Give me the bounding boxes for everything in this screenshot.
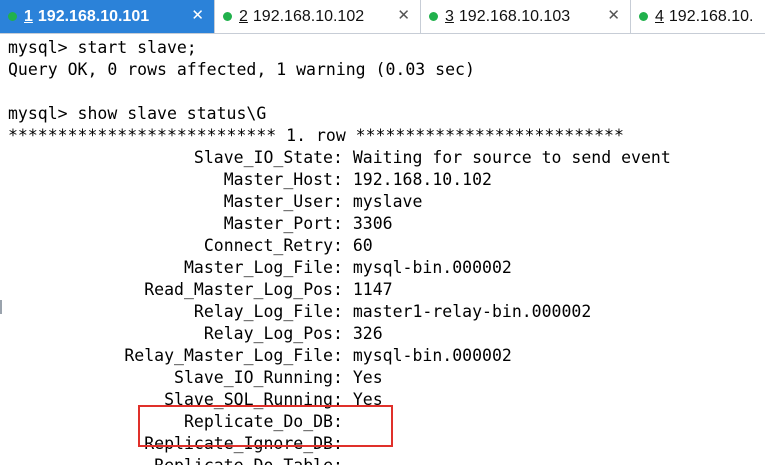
status-field-key: Master_Port bbox=[223, 214, 333, 233]
status-field-value: 326 bbox=[352, 324, 383, 343]
field-separator: : bbox=[333, 412, 353, 431]
connected-status-icon bbox=[223, 12, 232, 21]
tab-label: 192.168.10.101 bbox=[37, 7, 150, 25]
terminal-line: Query OK, 0 rows affected, 1 warning (0.… bbox=[8, 60, 475, 79]
session-tab-3[interactable]: 3 192.168.10.103 ✕ bbox=[421, 0, 631, 33]
status-field-row: Slave_IO_State: Waiting for source to se… bbox=[8, 147, 765, 169]
connected-status-icon bbox=[639, 12, 648, 21]
status-field-row: Relay_Master_Log_File: mysql-bin.000002 bbox=[8, 345, 765, 367]
status-field-row: Replicate_Ignore_DB: bbox=[8, 433, 765, 455]
close-tab-icon[interactable]: ✕ bbox=[191, 8, 204, 24]
field-separator: : bbox=[333, 368, 353, 387]
terminal-line: *************************** 1. row *****… bbox=[8, 126, 624, 145]
status-field-row: Read_Master_Log_Pos: 1147 bbox=[8, 279, 765, 301]
tab-number: 3 bbox=[445, 7, 454, 25]
status-field-value: mysql-bin.000002 bbox=[352, 346, 512, 365]
field-separator: : bbox=[333, 214, 353, 233]
session-tab-2[interactable]: 2 192.168.10.102 ✕ bbox=[215, 0, 421, 33]
connected-status-icon bbox=[429, 12, 438, 21]
field-separator: : bbox=[333, 434, 353, 453]
status-field-row: Replicate_Do_Table: bbox=[8, 455, 765, 465]
status-field-key: Replicate_Do_Table bbox=[8, 455, 333, 465]
status-field-key: Slave_IO_State bbox=[193, 148, 333, 167]
status-field-value: 192.168.10.102 bbox=[352, 170, 492, 189]
status-field-row: Replicate_Do_DB: bbox=[8, 411, 765, 433]
status-field-row: Slave_IO_Running: Yes bbox=[8, 367, 765, 389]
status-field-row: Relay_Log_Pos: 326 bbox=[8, 323, 765, 345]
status-field-value: 3306 bbox=[352, 214, 393, 233]
tab-number: 1 bbox=[24, 7, 33, 25]
tab-label: 192.168.10.103 bbox=[458, 7, 571, 25]
status-field-row: Master_Port: 3306 bbox=[8, 213, 765, 235]
tab-label: 192.168.10.102 bbox=[252, 7, 365, 25]
status-field-value: Waiting for source to send event bbox=[352, 148, 671, 167]
status-field-key: Master_Host bbox=[223, 170, 333, 189]
status-field-row: Master_Log_File: mysql-bin.000002 bbox=[8, 257, 765, 279]
status-field-key: Relay_Master_Log_File bbox=[124, 346, 333, 365]
terminal-line: mysql> start slave; bbox=[8, 38, 197, 57]
status-field-value: mysql-bin.000002 bbox=[352, 258, 512, 277]
scroll-marker bbox=[0, 300, 2, 314]
status-field-row: Master_User: myslave bbox=[8, 191, 765, 213]
status-field-key: Replicate_Ignore_DB bbox=[144, 434, 333, 453]
status-field-row: Relay_Log_File: master1-relay-bin.000002 bbox=[8, 301, 765, 323]
status-field-key: Read_Master_Log_Pos bbox=[144, 280, 333, 299]
field-separator: : bbox=[333, 148, 353, 167]
session-tab-4[interactable]: 4 192.168.10. bbox=[631, 0, 765, 33]
status-field-key: Connect_Retry bbox=[203, 236, 333, 255]
status-field-key: Slave_SQL_Running bbox=[164, 390, 333, 409]
field-separator: : bbox=[333, 170, 353, 189]
status-field-value: Yes bbox=[352, 390, 383, 409]
status-field-row: Master_Host: 192.168.10.102 bbox=[8, 169, 765, 191]
terminal-output[interactable]: mysql> start slave; Query OK, 0 rows aff… bbox=[8, 37, 765, 465]
status-field-value: master1-relay-bin.000002 bbox=[352, 302, 592, 321]
status-field-key: Master_User bbox=[223, 192, 333, 211]
session-tab-1[interactable]: 1 192.168.10.101 ✕ bbox=[0, 0, 215, 33]
close-tab-icon[interactable]: ✕ bbox=[607, 8, 620, 24]
status-field-key: Master_Log_File bbox=[183, 258, 333, 277]
tab-number: 2 bbox=[239, 7, 248, 25]
field-separator: : bbox=[333, 280, 353, 299]
field-separator: : bbox=[333, 346, 353, 365]
field-separator: : bbox=[333, 456, 353, 465]
status-field-key: Relay_Log_File bbox=[193, 302, 333, 321]
status-field-key: Slave_IO_Running bbox=[174, 368, 333, 387]
terminal-line: mysql> show slave status\G bbox=[8, 104, 267, 123]
status-field-row: Slave_SQL_Running: Yes bbox=[8, 389, 765, 411]
close-tab-icon[interactable]: ✕ bbox=[397, 8, 410, 24]
field-separator: : bbox=[333, 236, 353, 255]
session-tab-bar: 1 192.168.10.101 ✕ 2 192.168.10.102 ✕ 3 … bbox=[0, 0, 765, 34]
field-separator: : bbox=[333, 324, 353, 343]
terminal-app-window: 1 192.168.10.101 ✕ 2 192.168.10.102 ✕ 3 … bbox=[0, 0, 765, 465]
field-separator: : bbox=[333, 390, 353, 409]
status-field-row: Connect_Retry: 60 bbox=[8, 235, 765, 257]
field-separator: : bbox=[333, 192, 353, 211]
field-separator: : bbox=[333, 258, 353, 277]
status-field-key: Relay_Log_Pos bbox=[203, 324, 333, 343]
status-field-value: 1147 bbox=[352, 280, 393, 299]
field-separator: : bbox=[333, 302, 353, 321]
status-field-key: Replicate_Do_DB bbox=[183, 412, 333, 431]
status-field-value: Yes bbox=[352, 368, 383, 387]
status-field-value: 60 bbox=[352, 236, 373, 255]
status-field-value: myslave bbox=[352, 192, 423, 211]
connected-status-icon bbox=[8, 12, 17, 21]
tab-number: 4 bbox=[655, 7, 664, 25]
tab-label: 192.168.10. bbox=[668, 7, 754, 25]
